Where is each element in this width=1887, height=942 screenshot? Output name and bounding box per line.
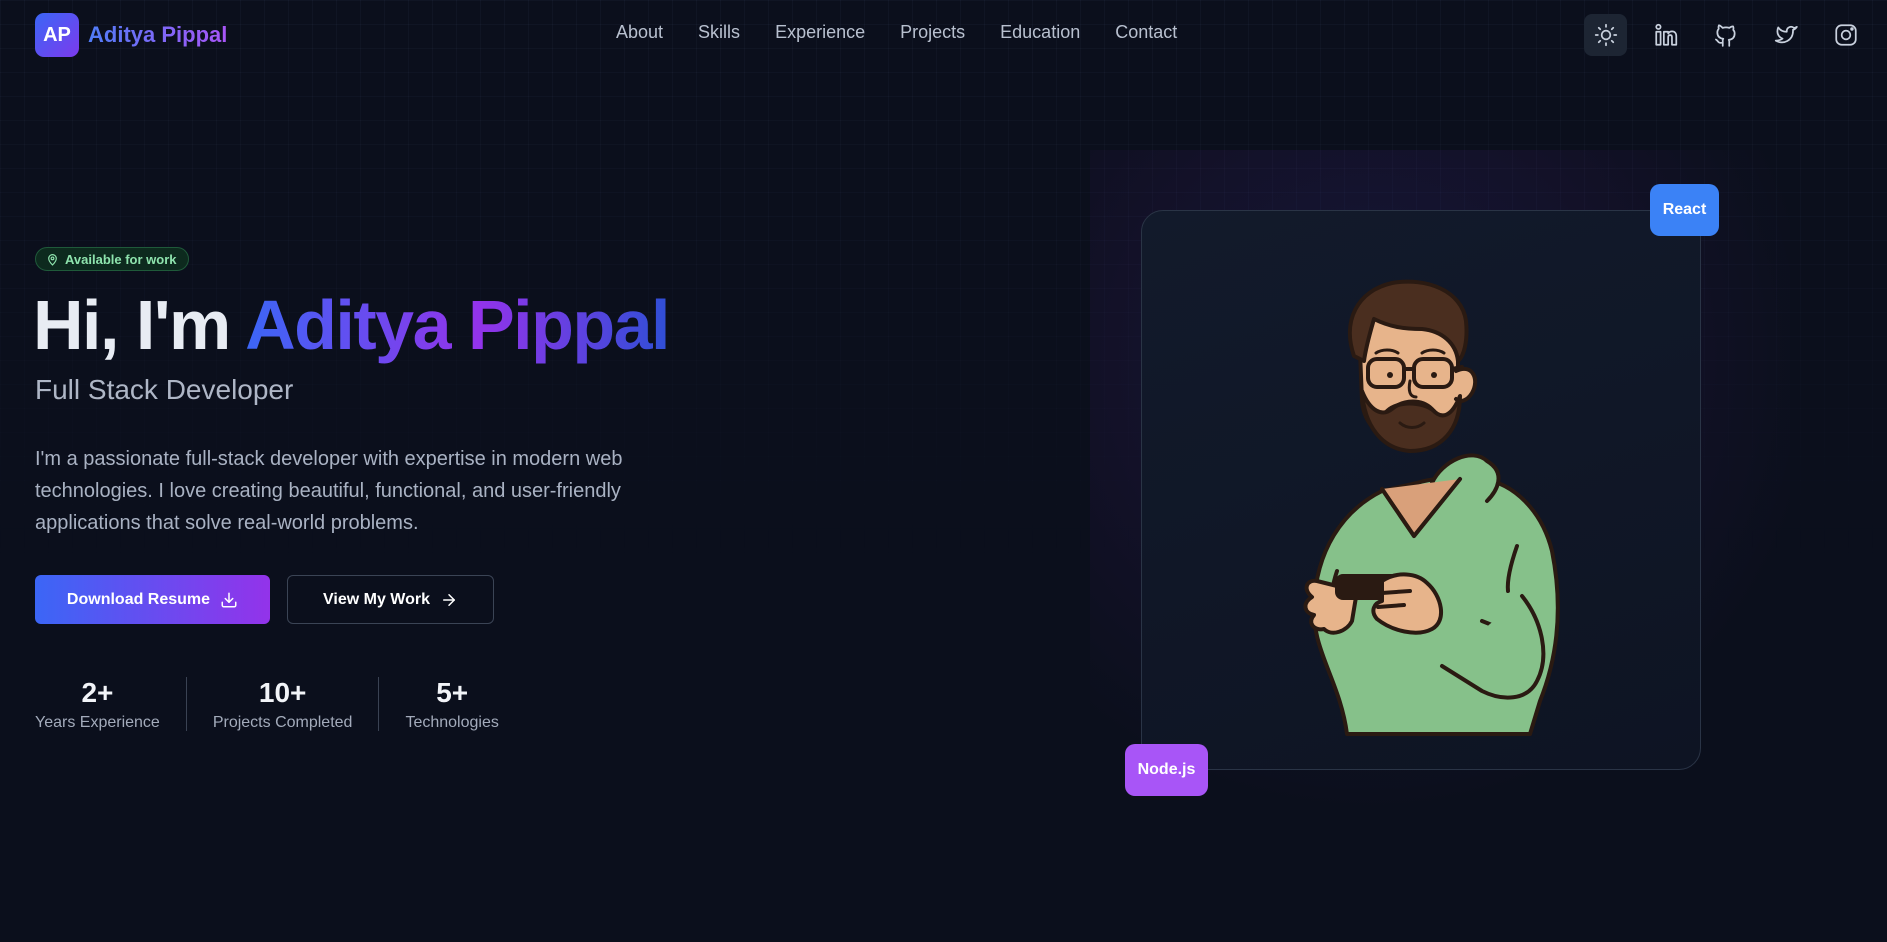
- nav-link-education[interactable]: Education: [1000, 22, 1080, 43]
- stat-label: Technologies: [405, 714, 499, 731]
- brand-logo[interactable]: AP Aditya Pippal: [35, 13, 227, 57]
- top-navbar: AP Aditya Pippal About Skills Experience…: [0, 0, 1887, 70]
- hero-subtitle: Full Stack Developer: [35, 374, 294, 405]
- logo-badge: AP: [35, 13, 79, 57]
- nav-link-experience[interactable]: Experience: [775, 22, 865, 43]
- stat-divider: [378, 677, 380, 731]
- download-icon: [221, 592, 237, 607]
- nav-icon-group: [1584, 14, 1867, 56]
- linkedin-link[interactable]: [1644, 14, 1687, 56]
- instagram-icon: [1834, 24, 1857, 46]
- github-link[interactable]: [1704, 14, 1747, 56]
- stats-row: 2+ Years Experience 10+ Projects Complet…: [35, 676, 499, 732]
- availability-badge: Available for work: [35, 247, 189, 271]
- hero-description: I'm a passionate full-stack developer wi…: [35, 448, 623, 534]
- linkedin-icon: [1654, 23, 1677, 46]
- react-tag: React: [1650, 184, 1719, 236]
- arrow-right-icon: [443, 593, 455, 606]
- stat-technologies: 5+ Technologies: [405, 676, 498, 732]
- sun-icon: [1594, 23, 1617, 47]
- download-resume-label: Download Resume: [66, 590, 211, 608]
- stat-value: 2+: [81, 677, 114, 708]
- nav-link-about[interactable]: About: [616, 22, 663, 43]
- nav-link-skills[interactable]: Skills: [698, 22, 740, 43]
- view-my-work-label: View My Work: [323, 590, 430, 608]
- hero-heading: Hi, I'm Aditya Pippal: [33, 285, 671, 365]
- instagram-link[interactable]: [1824, 14, 1867, 56]
- location-pin-icon: [48, 253, 57, 266]
- brand-name: Aditya Pippal: [88, 22, 228, 47]
- github-icon: [1714, 24, 1736, 47]
- theme-toggle-button[interactable]: [1584, 14, 1627, 56]
- stat-label: Projects Completed: [212, 714, 353, 731]
- nav-links: About Skills Experience Projects Educati…: [616, 22, 1177, 43]
- availability-text: Available for work: [65, 251, 177, 267]
- developer-illustration: [1303, 279, 1560, 736]
- stat-projects: 10+ Projects Completed: [213, 676, 353, 732]
- stat-value: 10+: [258, 677, 307, 708]
- view-my-work-button[interactable]: View My Work: [287, 575, 494, 624]
- hero-name: Aditya Pippal: [245, 286, 670, 364]
- stat-value: 5+: [436, 677, 469, 708]
- stat-label: Years Experience: [35, 714, 160, 731]
- nav-link-projects[interactable]: Projects: [900, 22, 965, 43]
- twitter-icon: [1774, 25, 1798, 44]
- download-resume-button[interactable]: Download Resume: [35, 575, 270, 624]
- stat-divider: [185, 677, 187, 731]
- hero-greeting: Hi, I'm: [33, 286, 246, 364]
- nodejs-tag: Node.js: [1125, 744, 1208, 796]
- illustration-card: [1141, 210, 1701, 770]
- stat-experience: 2+ Years Experience: [35, 676, 160, 732]
- twitter-link[interactable]: [1764, 14, 1807, 56]
- nav-link-contact[interactable]: Contact: [1115, 22, 1177, 43]
